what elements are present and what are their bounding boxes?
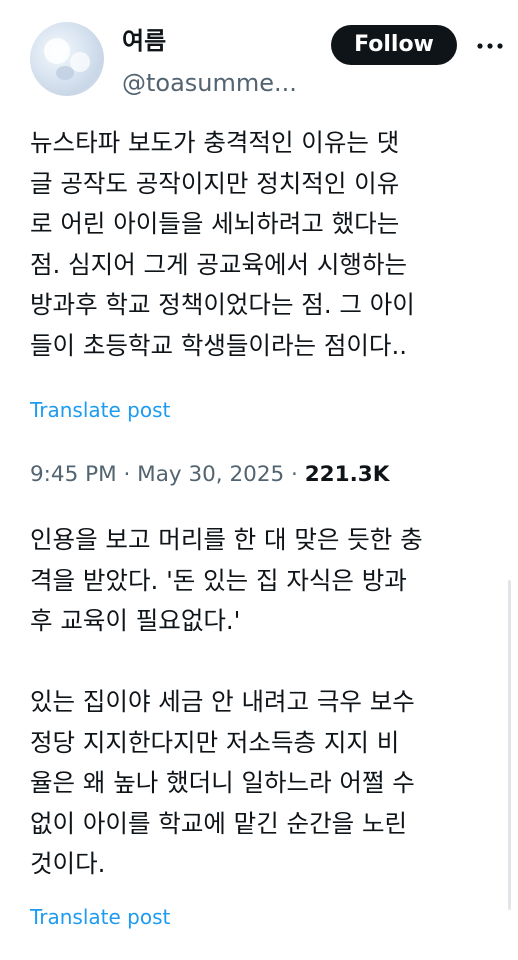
- avatar[interactable]: [30, 22, 104, 96]
- post-text-line: 점. 심지어 그게 공교육에서 시행하는: [30, 249, 408, 279]
- avatar-image-detail: [44, 38, 70, 64]
- post-text-line: 방과후 학교 정책이었다는 점. 그 아이: [30, 290, 415, 320]
- reply-text-line: 율은 왜 높나 했더니 일하느라 어쩔 수: [30, 768, 415, 797]
- reply-text-line: 격을 받았다. '돈 있는 집 자식은 방과: [30, 565, 407, 595]
- reply-text-line: 것이다.: [30, 849, 106, 878]
- post-text: 뉴스타파 보도가 충격적인 이유는 댓 글 공작도 공작이지만 정치적인 이유 …: [30, 123, 505, 367]
- more-horizontal-icon[interactable]: [470, 36, 510, 56]
- post-text-line: 뉴스타파 보도가 충격적인 이유는 댓: [30, 128, 400, 157]
- separator-dot: ·: [123, 462, 138, 487]
- reply-text-line: 있는 집이야 세금 안 내려고 극우 보수: [30, 687, 415, 716]
- post-header: 여름 @toasumme... Follow: [0, 0, 518, 110]
- view-count[interactable]: 221.3K: [305, 462, 390, 487]
- post-metadata: 9:45 PM · May 30, 2025 · 221.3K: [30, 461, 389, 489]
- post-time[interactable]: 9:45 PM: [30, 462, 117, 487]
- follow-button[interactable]: Follow: [331, 25, 457, 65]
- author-handle[interactable]: @toasumme...: [122, 68, 297, 98]
- avatar-image-detail: [56, 66, 74, 80]
- translate-post-link[interactable]: Translate post: [30, 397, 170, 423]
- post-text-line: 글 공작도 공작이지만 정치적인 이유: [30, 168, 400, 198]
- post-text-line: 로 어린 아이들을 세뇌하려고 했다는: [30, 209, 400, 239]
- reply-text-line: 없이 아이를 학교에 맡긴 순간을 노린: [30, 808, 408, 838]
- translate-post-link[interactable]: Translate post: [30, 904, 170, 930]
- post-text-line: 들이 초등학교 학생들이라는 점이다..: [30, 330, 408, 360]
- reply-text-line: 인용을 보고 머리를 한 대 맞은 듯한 충: [30, 525, 423, 554]
- post-date[interactable]: May 30, 2025: [137, 462, 284, 487]
- author-display-name[interactable]: 여름: [122, 26, 166, 56]
- scrollbar[interactable]: [508, 580, 511, 910]
- reply-post-text: 인용을 보고 머리를 한 대 맞은 듯한 충 격을 받았다. '돈 있는 집 자…: [30, 520, 505, 885]
- reply-text-line: 정당 지지한다지만 저소득층 지지 비: [30, 727, 400, 757]
- separator-dot: ·: [291, 462, 305, 487]
- reply-text-line: 후 교육이 필요없다.': [30, 606, 241, 635]
